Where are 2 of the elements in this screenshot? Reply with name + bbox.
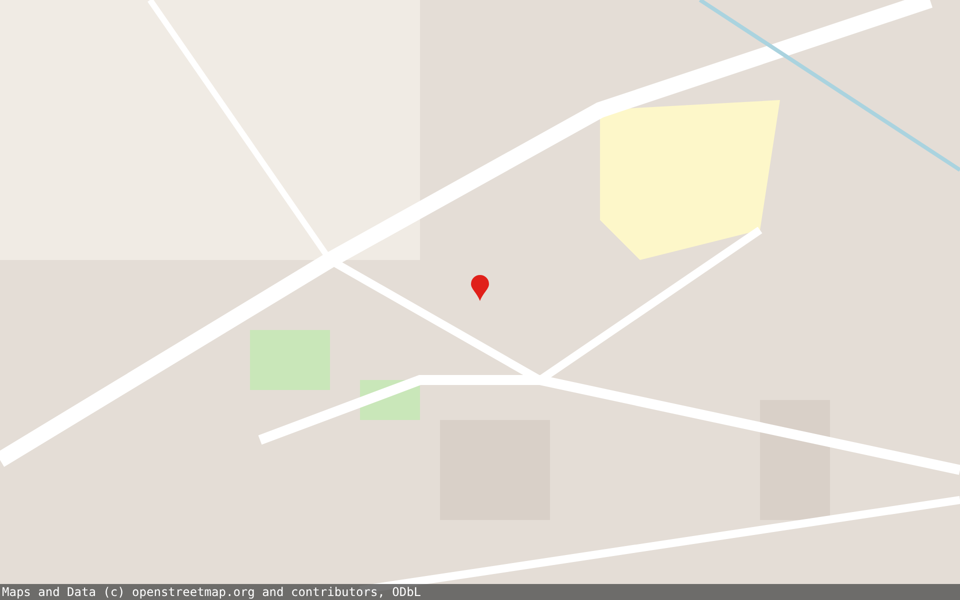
location-pin-icon[interactable] [471,275,489,301]
map-attribution: Maps and Data (c) openstreetmap.org and contributors, ODbL [2,584,422,600]
